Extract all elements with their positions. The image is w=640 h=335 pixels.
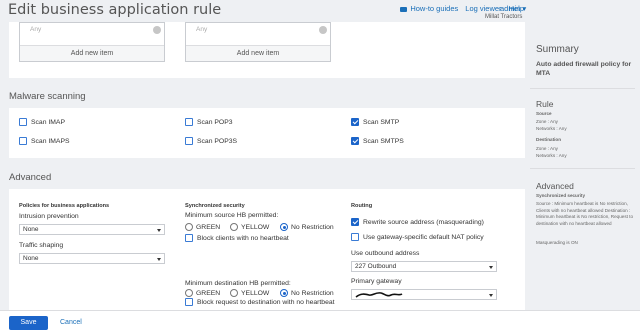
block-request-checkbox[interactable] bbox=[185, 298, 193, 306]
scan-smtp-checkbox[interactable] bbox=[351, 118, 359, 126]
rule-heading: Rule bbox=[536, 99, 554, 109]
destination-label: Destination bbox=[536, 137, 562, 142]
scan-pop3-label: Scan POP3 bbox=[197, 119, 233, 126]
chevron-down-icon: ▾ bbox=[522, 4, 527, 13]
organization-name: Millat Tractors bbox=[485, 14, 523, 20]
traffic-shaping-select[interactable]: None bbox=[19, 253, 165, 264]
advanced-heading: Advanced bbox=[9, 172, 52, 183]
summary-heading: Summary bbox=[536, 44, 579, 55]
list-box-right[interactable]: Any Add new item bbox=[185, 22, 331, 62]
advanced-card: Policies for business applications Intru… bbox=[9, 189, 525, 312]
scan-pop3-checkbox[interactable] bbox=[185, 118, 193, 126]
page-header: Edit business application rule How-to gu… bbox=[0, 0, 640, 22]
log-viewer-link[interactable]: Log viewer bbox=[465, 4, 501, 13]
footer-bar: Save Cancel bbox=[0, 310, 640, 335]
main-content: Any Add new item Any Add new item Malwar… bbox=[9, 22, 525, 312]
caret-down-icon bbox=[157, 258, 161, 261]
outbound-address-select[interactable]: 227 Outbound bbox=[351, 261, 497, 272]
video-icon bbox=[400, 6, 408, 12]
summary-description: Auto added firewall policy for MTA bbox=[536, 61, 632, 77]
caret-down-icon bbox=[489, 294, 493, 297]
source-networks: Networks : Any bbox=[536, 126, 567, 131]
rewrite-source-checkbox[interactable] bbox=[351, 218, 359, 226]
source-yellow-label: YELLOW bbox=[241, 224, 270, 231]
scan-imap-checkbox[interactable] bbox=[19, 118, 27, 126]
block-clients-checkbox[interactable] bbox=[185, 234, 193, 242]
page-title: Edit business application rule bbox=[8, 2, 222, 18]
traffic-shaping-label: Traffic shaping bbox=[19, 242, 64, 249]
list-box-left[interactable]: Any Add new item bbox=[19, 22, 165, 62]
source-yellow-radio[interactable] bbox=[230, 223, 238, 231]
source-no-restriction-label: No Restriction bbox=[291, 224, 334, 231]
gateway-nat-label: Use gateway-specific default NAT policy bbox=[363, 234, 484, 241]
primary-gateway-select[interactable] bbox=[351, 289, 497, 300]
outbound-address-label: Use outbound address bbox=[351, 250, 420, 257]
sync-security-summary-label: Synchronized security bbox=[536, 193, 586, 198]
add-new-item-button[interactable]: Add new item bbox=[20, 45, 164, 61]
user-menu[interactable]: admin ▾ bbox=[500, 4, 526, 13]
advanced-summary-heading: Advanced bbox=[536, 181, 574, 191]
summary-divider bbox=[530, 168, 635, 169]
primary-gateway-label: Primary gateway bbox=[351, 278, 402, 285]
list-box-placeholder: Any bbox=[196, 26, 208, 33]
destination-networks: Networks : Any bbox=[536, 153, 567, 158]
scan-imaps-label: Scan IMAPS bbox=[31, 138, 70, 145]
destination-no-restriction-label: No Restriction bbox=[291, 290, 334, 297]
remove-icon[interactable] bbox=[319, 26, 327, 34]
destination-green-label: GREEN bbox=[196, 290, 221, 297]
caret-down-icon bbox=[157, 229, 161, 232]
rewrite-source-label: Rewrite source address (masquerading) bbox=[363, 219, 484, 226]
scan-pop3s-checkbox[interactable] bbox=[185, 137, 193, 145]
redacted-value-scribble bbox=[355, 292, 403, 298]
traffic-shaping-value: None bbox=[23, 255, 39, 262]
source-no-restriction-radio[interactable] bbox=[280, 223, 288, 231]
destination-no-restriction-radio[interactable] bbox=[280, 289, 288, 297]
source-destination-card: Any Add new item Any Add new item bbox=[9, 22, 525, 78]
destination-yellow-radio[interactable] bbox=[230, 289, 238, 297]
scan-imaps-checkbox[interactable] bbox=[19, 137, 27, 145]
source-green-label: GREEN bbox=[196, 224, 221, 231]
min-destination-hb-label: Minimum destination HB permitted: bbox=[185, 280, 291, 287]
policies-heading: Policies for business applications bbox=[19, 203, 110, 209]
save-button[interactable]: Save bbox=[9, 316, 48, 330]
sync-security-summary-text: Source : Minimum heartbeat is No restric… bbox=[536, 201, 634, 226]
how-to-guides-link[interactable]: How-to guides bbox=[400, 4, 458, 13]
summary-divider bbox=[530, 88, 635, 89]
intrusion-prevention-select[interactable]: None bbox=[19, 224, 165, 235]
gateway-nat-checkbox[interactable] bbox=[351, 233, 359, 241]
intrusion-prevention-label: Intrusion prevention bbox=[19, 213, 79, 220]
list-box-placeholder: Any bbox=[30, 26, 42, 33]
masquerading-summary: Masquerading is ON bbox=[536, 240, 578, 245]
scan-pop3s-label: Scan POP3S bbox=[197, 138, 238, 145]
sync-security-heading: Synchronized security bbox=[185, 203, 245, 209]
routing-heading: Routing bbox=[351, 203, 373, 209]
scan-smtp-label: Scan SMTP bbox=[363, 119, 400, 126]
block-request-label: Block request to destination with no hea… bbox=[197, 299, 335, 306]
destination-yellow-label: YELLOW bbox=[241, 290, 270, 297]
intrusion-prevention-value: None bbox=[23, 226, 39, 233]
destination-zone: Zone : Any bbox=[536, 146, 558, 151]
block-clients-label: Block clients with no heartbeat bbox=[197, 235, 289, 242]
scan-imap-label: Scan IMAP bbox=[31, 119, 65, 126]
malware-scanning-card: Scan IMAP Scan POP3 Scan SMTP Scan IMAPS… bbox=[9, 108, 525, 158]
malware-scanning-heading: Malware scanning bbox=[9, 91, 86, 102]
add-new-item-button[interactable]: Add new item bbox=[186, 45, 330, 61]
source-label: Source bbox=[536, 111, 552, 116]
min-source-hb-label: Minimum source HB permitted: bbox=[185, 212, 279, 219]
scan-smtps-checkbox[interactable] bbox=[351, 137, 359, 145]
source-zone: Zone : Any bbox=[536, 119, 558, 124]
caret-down-icon bbox=[489, 266, 493, 269]
destination-green-radio[interactable] bbox=[185, 289, 193, 297]
remove-icon[interactable] bbox=[153, 26, 161, 34]
scan-smtps-label: Scan SMTPS bbox=[363, 138, 404, 145]
cancel-button[interactable]: Cancel bbox=[60, 319, 82, 326]
outbound-address-value: 227 Outbound bbox=[355, 263, 397, 270]
how-to-label: How-to guides bbox=[410, 4, 459, 13]
source-green-radio[interactable] bbox=[185, 223, 193, 231]
user-name: admin bbox=[500, 4, 521, 13]
